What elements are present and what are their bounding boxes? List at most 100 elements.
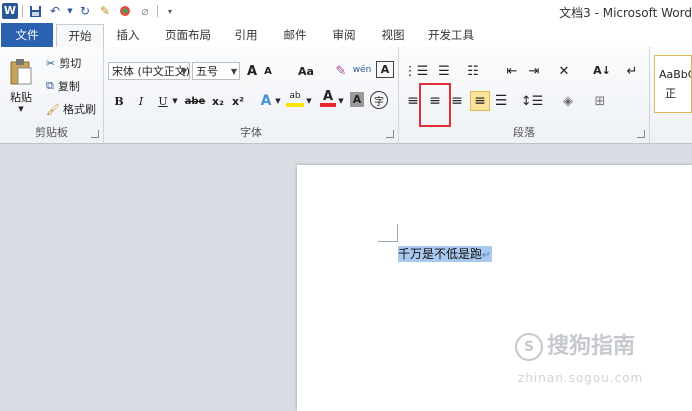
strikethrough-button[interactable]: abe [184, 91, 206, 111]
document-text: 千万是不低是跑 [398, 247, 483, 261]
center-align-highlight-box [419, 83, 451, 127]
brush-icon: 🖌 [46, 102, 60, 116]
underline-dropdown-icon[interactable]: ▼ [171, 91, 179, 111]
bullets-button[interactable]: ⋮☰ [404, 61, 429, 81]
font-name-combo[interactable]: 宋体 (中文正文) ▼ [108, 62, 190, 80]
justify-button[interactable]: ≡ [470, 91, 490, 111]
sogou-watermark: S 搜狗指南 [515, 328, 635, 361]
format-painter-qat-icon[interactable]: ✎ [97, 3, 113, 19]
style-preview: AaBbC [659, 68, 691, 81]
tab-view[interactable]: 视图 [373, 24, 413, 46]
qat-separator [22, 5, 23, 17]
ribbon-tabs: 文件 开始 插入 页面布局 引用 邮件 审阅 视图 开发工具 [0, 22, 692, 48]
decrease-indent-button[interactable]: ⇤ [503, 61, 521, 81]
font-color-button[interactable]: A [320, 89, 336, 107]
show-marks-button[interactable]: ↵ [625, 61, 639, 81]
undo-icon[interactable]: ↶ [47, 3, 63, 19]
style-gallery-normal[interactable]: AaBbC 正 [654, 55, 692, 113]
text-effects-button[interactable]: A [258, 91, 274, 111]
quick-access-toolbar: W ↶ ▼ ↻ ✎ ⌀ ▾ [2, 2, 178, 20]
redo-icon[interactable]: ↻ [77, 3, 93, 19]
qat-separator [157, 5, 158, 17]
change-case-button[interactable]: Aa [294, 61, 318, 81]
text-effects-dropdown-icon[interactable]: ▼ [274, 91, 282, 111]
tab-developer[interactable]: 开发工具 [420, 24, 482, 46]
tab-page-layout[interactable]: 页面布局 [157, 24, 219, 46]
watermark-brand: 搜狗指南 [547, 334, 636, 359]
tab-references[interactable]: 引用 [226, 24, 266, 46]
shrink-font-button[interactable]: A [261, 61, 275, 81]
subscript-button[interactable]: x₂ [210, 91, 226, 111]
clipboard-group-label: 剪贴板 [35, 126, 68, 139]
clipboard-icon [10, 58, 32, 84]
scissors-icon: ✂ [46, 56, 56, 70]
copy-icon: ⧉ [46, 79, 54, 92]
paragraph-group: ⋮☰ ☰ ☷ ⇤ ⇥ ✕ A↓ ↵ ≡ ≡ ≡ ≡ ☰ ↕☰ ◈ ⊞ 段落 [399, 47, 650, 143]
window-title: 文档3 - Microsoft Word [559, 6, 692, 20]
highlight-button[interactable]: ab [286, 89, 304, 107]
grow-font-button[interactable]: A [244, 61, 260, 81]
format-painter-button[interactable]: 🖌 格式刷 [46, 99, 96, 119]
clipboard-launcher-icon[interactable] [91, 130, 99, 138]
watermark-url: zhinan.sogou.com [518, 371, 644, 385]
paste-button[interactable]: 粘贴 ▼ [4, 53, 38, 117]
tab-review[interactable]: 审阅 [324, 24, 364, 46]
font-size-value: 五号 [196, 65, 218, 78]
font-name-dropdown-icon: ▼ [180, 67, 187, 76]
undo-dropdown-icon[interactable]: ▼ [67, 3, 73, 19]
multilevel-list-button[interactable]: ☷ [461, 61, 485, 81]
clipboard-group: 粘贴 ▼ ✂ 剪切 ⧉ 复制 🖌 格式刷 剪贴板 [0, 47, 104, 143]
bold-button[interactable]: B [112, 91, 126, 111]
margin-mark-horizontal [378, 241, 397, 242]
superscript-button[interactable]: x² [230, 91, 246, 111]
highlight-dropdown-icon[interactable]: ▼ [305, 91, 313, 111]
line-spacing-button[interactable]: ↕☰ [521, 91, 544, 111]
eraser-icon[interactable]: ⌀ [137, 3, 153, 19]
font-size-combo[interactable]: 五号 ▼ [192, 62, 240, 80]
underline-button[interactable]: U [156, 91, 170, 111]
margin-mark-vertical [397, 224, 398, 242]
ribbon: 粘贴 ▼ ✂ 剪切 ⧉ 复制 🖌 格式刷 剪贴板 宋体 (中文正文) ▼ 五号 … [0, 47, 692, 144]
numbering-button[interactable]: ☰ [433, 61, 455, 81]
character-shading-button[interactable]: A [350, 92, 364, 107]
save-icon[interactable] [27, 3, 43, 19]
font-group-label: 字体 [240, 126, 262, 139]
font-color-dropdown-icon[interactable]: ▼ [337, 91, 345, 111]
copy-label: 复制 [57, 80, 80, 93]
paragraph-launcher-icon[interactable] [637, 130, 645, 138]
color-circle-icon[interactable] [117, 3, 133, 19]
paragraph-mark-icon: ↵ [482, 250, 491, 261]
align-right-button[interactable]: ≡ [449, 91, 465, 111]
distributed-button[interactable]: ☰ [493, 91, 509, 111]
paste-dropdown-icon: ▼ [18, 104, 24, 113]
word-app-icon[interactable]: W [2, 3, 18, 19]
font-launcher-icon[interactable] [386, 130, 394, 138]
cut-label: 剪切 [59, 57, 82, 70]
customize-qat-icon[interactable]: ▾ [162, 3, 178, 19]
sogou-logo-icon: S [515, 333, 543, 361]
font-group: 宋体 (中文正文) ▼ 五号 ▼ A A Aa ✎ wén A B I U ▼ … [104, 47, 399, 143]
font-name-value: 宋体 (中文正文) [112, 65, 190, 78]
asian-layout-button[interactable]: ✕ [553, 61, 575, 81]
cut-button[interactable]: ✂ 剪切 [46, 53, 81, 73]
selected-document-text[interactable]: 千万是不低是跑↵ [398, 246, 493, 262]
enclose-characters-button[interactable]: 字 [370, 91, 388, 109]
borders-button[interactable]: ⊞ [589, 91, 611, 111]
shading-button[interactable]: ◈ [557, 91, 579, 111]
sort-button[interactable]: A↓ [593, 60, 611, 80]
tab-file[interactable]: 文件 [1, 23, 53, 47]
pinyin-guide-button[interactable]: wén [352, 60, 372, 80]
paragraph-group-label: 段落 [513, 126, 535, 139]
paste-label: 粘贴 [10, 90, 32, 104]
style-name: 正 [665, 87, 676, 100]
increase-indent-button[interactable]: ⇥ [525, 61, 543, 81]
clear-format-icon[interactable]: ✎ [332, 61, 350, 81]
tab-mailings[interactable]: 邮件 [275, 24, 315, 46]
copy-button[interactable]: ⧉ 复制 [46, 76, 80, 96]
tab-insert[interactable]: 插入 [108, 24, 148, 46]
italic-button[interactable]: I [134, 91, 148, 111]
title-bar: W ↶ ▼ ↻ ✎ ⌀ ▾ 文档3 - Microsoft Word [0, 0, 692, 22]
tab-home[interactable]: 开始 [56, 24, 104, 48]
character-border-button[interactable]: A [376, 61, 394, 78]
format-painter-label: 格式刷 [62, 103, 96, 116]
